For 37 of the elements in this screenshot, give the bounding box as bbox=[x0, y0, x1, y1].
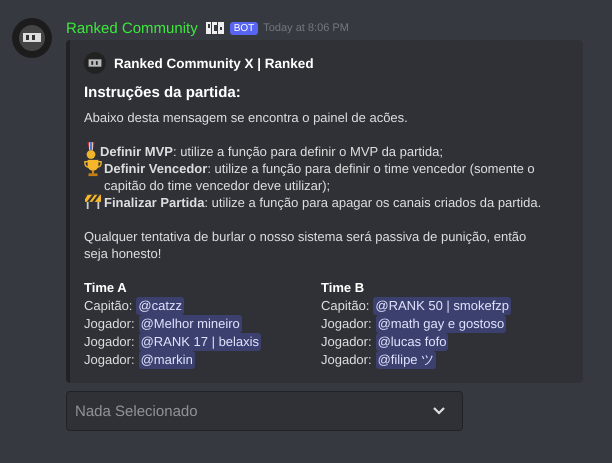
role-label: Jogador: bbox=[84, 315, 135, 333]
role-label: Capitão: bbox=[84, 297, 132, 315]
select-placeholder: Nada Selecionado bbox=[75, 402, 198, 420]
trophy-icon bbox=[84, 159, 102, 177]
author-name[interactable]: Ranked Community bbox=[66, 20, 198, 36]
description-text: Abaixo desta mensagem se encontra o painel de acões. bbox=[84, 109, 409, 126]
user-mention[interactable]: @math gay e gostoso bbox=[376, 315, 506, 333]
user-mention[interactable]: @Melhor mineiro bbox=[138, 315, 242, 333]
author-icon bbox=[84, 52, 106, 74]
description-text: Qualquer tentativa de burlar o nosso sistema será passiva de punição, então seja honesto! bbox=[84, 228, 528, 262]
team-name: Time B bbox=[321, 279, 366, 297]
medal-icon bbox=[84, 142, 98, 160]
role-label: Jogador: bbox=[84, 351, 135, 369]
user-mention[interactable]: @markin bbox=[138, 351, 195, 369]
user-mention[interactable]: @RANK 50 | smokefzp bbox=[373, 297, 512, 315]
action-description: Finalizar Partida: utilize a função para apagar os canais criados da partida. bbox=[104, 194, 542, 211]
bot-avatar[interactable] bbox=[12, 18, 52, 58]
timestamp: Today at 8:06 PM bbox=[263, 22, 349, 34]
action-description: Definir MVP: utilize a função para definir o MVP da partida; bbox=[100, 143, 443, 160]
user-mention[interactable]: @RANK 17 | belaxis bbox=[138, 333, 262, 351]
role-label: Jogador: bbox=[84, 333, 135, 351]
chevron-down-icon bbox=[432, 406, 446, 416]
role-label: Capitão: bbox=[321, 297, 370, 315]
select-menu[interactable]: Nada Selecionado bbox=[66, 391, 463, 431]
user-mention[interactable]: @catzz bbox=[136, 297, 184, 315]
logo-icon bbox=[204, 20, 225, 36]
role-label: Jogador: bbox=[321, 333, 372, 351]
construction-barrier-icon bbox=[84, 193, 102, 209]
embed-title: Instruções da partida: bbox=[84, 84, 242, 101]
bot-tag: BOT bbox=[230, 22, 258, 34]
user-mention[interactable]: @filipe ツ bbox=[376, 351, 436, 369]
role-label: Jogador: bbox=[321, 351, 372, 369]
role-label: Jogador: bbox=[321, 315, 372, 333]
user-mention[interactable]: @lucas fofo bbox=[376, 333, 448, 351]
embed-author[interactable]: Ranked Community X | Ranked bbox=[114, 56, 314, 70]
team-name: Time A bbox=[84, 279, 128, 297]
action-description: Definir Vencedor: utilize a função para definir o time vencedor (somente o capitão do time vencedor deve utilizar); bbox=[104, 160, 536, 194]
